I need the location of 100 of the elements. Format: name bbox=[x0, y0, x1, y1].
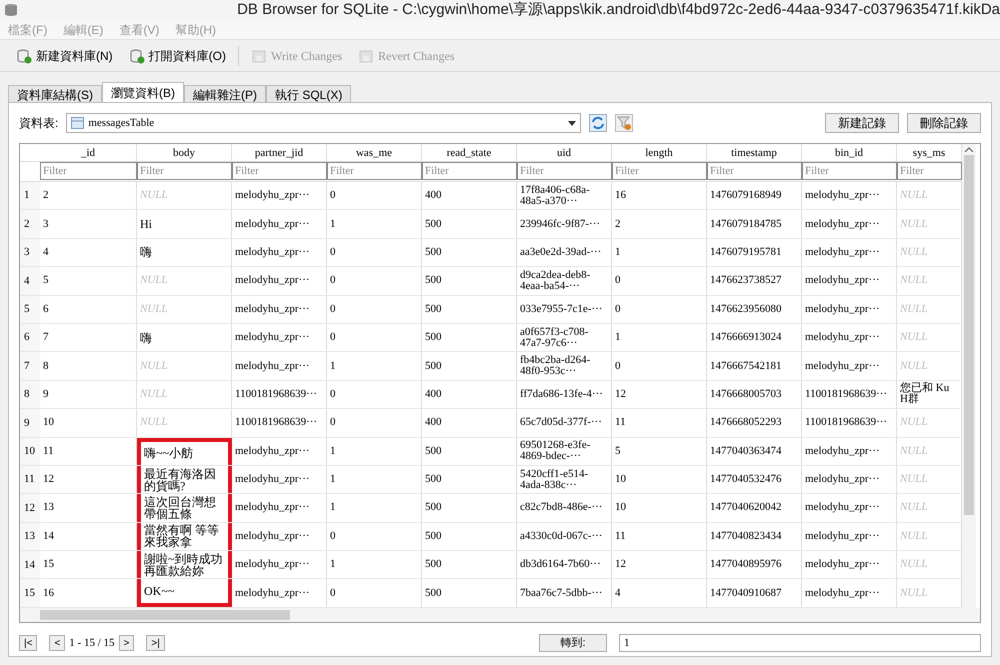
table-cell: 1477040363474 bbox=[707, 438, 802, 465]
filter-field[interactable]: Filter bbox=[327, 162, 422, 180]
tab[interactable]: 執行 SQL(X) bbox=[266, 85, 352, 102]
table-cell: 1476668052293 bbox=[707, 409, 802, 437]
filter-field[interactable]: Filter bbox=[422, 162, 517, 180]
table-cell: 1 bbox=[327, 494, 422, 522]
database-icon bbox=[4, 3, 18, 17]
table-cell: 謝啦~到時成功再匯款給妳 bbox=[137, 551, 232, 578]
row-number[interactable]: 3 bbox=[20, 238, 40, 266]
table-cell: 15 bbox=[40, 551, 137, 578]
goto-button[interactable]: 轉到: bbox=[539, 634, 607, 652]
table-cell: 2 bbox=[40, 182, 137, 210]
table-cell: melodyhu_zpr··· bbox=[232, 494, 327, 522]
row-number[interactable]: 8 bbox=[20, 380, 40, 408]
table-select[interactable]: messagesTable bbox=[66, 113, 582, 133]
table-cell: melodyhu_zpr··· bbox=[802, 352, 897, 380]
table-cell: 這次回台灣想帶個五條 bbox=[137, 494, 232, 522]
row-number[interactable]: 6 bbox=[20, 324, 40, 352]
column-header[interactable]: was_me bbox=[327, 144, 422, 161]
new-record-button[interactable]: 新建記錄 bbox=[825, 113, 899, 133]
row-number[interactable]: 10 bbox=[20, 438, 40, 465]
filter-field[interactable]: Filter bbox=[137, 162, 232, 180]
filter-field[interactable]: Filter bbox=[232, 162, 327, 180]
table-cell: 1100181968639··· bbox=[232, 409, 327, 437]
table-cell: 5420cff1-e514-4ada-838c··· bbox=[517, 466, 612, 494]
column-header[interactable]: length bbox=[612, 144, 707, 161]
table-cell: 5 bbox=[612, 438, 707, 465]
table-cell: melodyhu_zpr··· bbox=[232, 182, 327, 210]
previous-page-button[interactable]: < bbox=[49, 634, 66, 651]
null-cell: NULL bbox=[137, 380, 232, 408]
column-header[interactable]: partner_jid bbox=[232, 144, 327, 161]
first-page-button[interactable]: |< bbox=[19, 634, 38, 651]
goto-field[interactable]: 1 bbox=[619, 634, 981, 652]
table-cell: 10 bbox=[40, 409, 137, 437]
column-header[interactable]: body bbox=[137, 144, 232, 161]
row-number[interactable]: 7 bbox=[20, 352, 40, 380]
table-cell: 10 bbox=[612, 466, 707, 494]
toolbar-button[interactable]: 新建資料庫(N) bbox=[12, 42, 117, 68]
table-cell: 500 bbox=[422, 238, 517, 266]
column-header[interactable]: bin_id bbox=[802, 144, 897, 161]
table-cell: 500 bbox=[422, 210, 517, 238]
table-cell: melodyhu_zpr··· bbox=[232, 238, 327, 266]
table-cell: melodyhu_zpr··· bbox=[802, 296, 897, 323]
row-number[interactable]: 12 bbox=[20, 494, 40, 522]
row-number[interactable]: 15 bbox=[20, 579, 40, 607]
null-cell: NULL bbox=[137, 182, 232, 210]
table-cell: 1 bbox=[612, 324, 707, 352]
table-cell: melodyhu_zpr··· bbox=[232, 352, 327, 380]
table-cell: 16 bbox=[40, 579, 137, 607]
next-page-button[interactable]: > bbox=[118, 634, 134, 651]
table-cell: 1476623956080 bbox=[707, 296, 802, 323]
vertical-scrollbar[interactable] bbox=[962, 144, 976, 608]
refresh-icon[interactable] bbox=[589, 114, 608, 132]
table-cell: melodyhu_zpr··· bbox=[802, 494, 897, 522]
dropdown-caret-icon bbox=[568, 120, 576, 126]
table-cell: 7baa76c7-5dbb-··· bbox=[517, 579, 612, 607]
table-cell: 14 bbox=[40, 522, 137, 550]
table-cell: 0 bbox=[327, 182, 422, 210]
table-cell: 4 bbox=[40, 238, 137, 266]
toolbar-button[interactable]: 打開資料庫(O) bbox=[124, 42, 230, 68]
filter-field[interactable]: Filter bbox=[897, 162, 962, 180]
table-cell: 500 bbox=[422, 551, 517, 578]
column-header[interactable]: uid bbox=[517, 144, 612, 161]
table-cell: 1 bbox=[327, 438, 422, 465]
filter-field[interactable]: Filter bbox=[40, 162, 137, 180]
table-cell: 0 bbox=[612, 296, 707, 323]
filter-field[interactable]: Filter bbox=[612, 162, 707, 180]
tab[interactable]: 資料庫結構(S) bbox=[8, 85, 102, 102]
row-number[interactable]: 1 bbox=[20, 182, 40, 210]
table-cell: 500 bbox=[422, 324, 517, 352]
column-header[interactable]: read_state bbox=[422, 144, 517, 161]
table-cell: 嗨~~小舫 bbox=[137, 438, 232, 465]
row-number[interactable]: 5 bbox=[20, 296, 40, 323]
last-page-button[interactable]: >| bbox=[146, 634, 165, 651]
row-number[interactable]: 2 bbox=[20, 210, 40, 238]
tab[interactable]: 瀏覽資料(B) bbox=[102, 82, 184, 102]
table-cell: 17f8a406-c68a-48a5-a370··· bbox=[517, 182, 612, 210]
clear-filter-icon[interactable] bbox=[615, 114, 634, 132]
table-cell: melodyhu_zpr··· bbox=[232, 267, 327, 295]
column-header[interactable]: _id bbox=[40, 144, 137, 161]
horizontal-scrollbar[interactable] bbox=[20, 608, 980, 622]
row-number[interactable]: 9 bbox=[20, 409, 40, 437]
table-cell: 1477040823434 bbox=[707, 522, 802, 550]
table-cell: 7 bbox=[40, 324, 137, 352]
row-number[interactable]: 13 bbox=[20, 522, 40, 550]
column-header[interactable]: timestamp bbox=[707, 144, 802, 161]
filter-field[interactable]: Filter bbox=[517, 162, 612, 180]
table-cell: melodyhu_zpr··· bbox=[232, 210, 327, 238]
delete-record-button[interactable]: 刪除記錄 bbox=[907, 113, 981, 133]
filter-field[interactable]: Filter bbox=[802, 162, 897, 180]
scroll-up-icon[interactable] bbox=[965, 147, 973, 152]
row-number[interactable]: 14 bbox=[20, 551, 40, 578]
table-cell: 6 bbox=[40, 296, 137, 323]
row-number[interactable]: 4 bbox=[20, 267, 40, 295]
tab[interactable]: 編輯雜注(P) bbox=[184, 85, 266, 102]
table-cell: a4330c0d-067c-··· bbox=[517, 522, 612, 550]
filter-field[interactable]: Filter bbox=[707, 162, 802, 180]
table-cell: melodyhu_zpr··· bbox=[232, 296, 327, 323]
row-number[interactable]: 11 bbox=[20, 466, 40, 494]
table-cell: 0 bbox=[612, 267, 707, 295]
